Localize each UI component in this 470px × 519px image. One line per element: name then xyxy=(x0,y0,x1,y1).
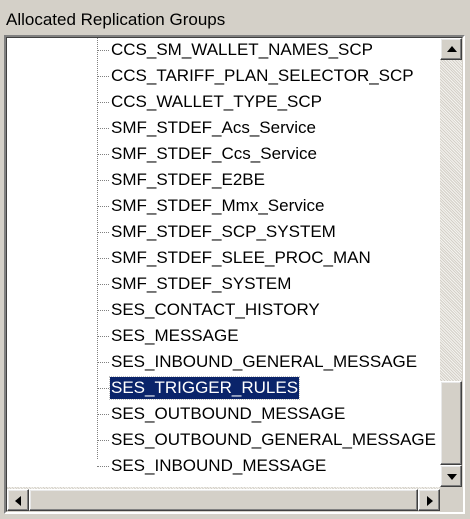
vertical-scrollbar-thumb[interactable] xyxy=(440,381,462,465)
scroll-down-button[interactable] xyxy=(440,465,462,487)
tree-item[interactable]: SMF_STDEF_Ccs_Service xyxy=(7,141,440,167)
tree-branch-line xyxy=(97,76,109,77)
tree-item[interactable]: SMF_STDEF_Acs_Service xyxy=(7,115,440,141)
tree-branch-line xyxy=(97,50,109,51)
tree-item[interactable]: SES_OUTBOUND_MESSAGE xyxy=(7,401,440,427)
arrow-up-icon xyxy=(447,46,457,52)
tree-item-label: SES_TRIGGER_RULES xyxy=(108,376,301,400)
tree-list: CCS_SM_WALLET_NAMES_SCP CCS_TARIFF_PLAN_S… xyxy=(7,38,440,479)
allocated-replication-groups-label: Allocated Replication Groups xyxy=(6,10,226,29)
tree-item-label: SES_MESSAGE xyxy=(111,326,239,345)
tree-item-label: CCS_SM_WALLET_NAMES_SCP xyxy=(111,40,374,59)
tree-item-label: SES_OUTBOUND_MESSAGE xyxy=(111,404,346,423)
tree-item[interactable]: SMF_STDEF_Mmx_Service xyxy=(7,193,440,219)
tree-item-label: SES_INBOUND_GENERAL_MESSAGE xyxy=(111,352,418,371)
tree-branch-line xyxy=(97,284,109,285)
arrow-right-icon xyxy=(427,496,433,506)
tree-item[interactable]: SES_CONTACT_HISTORY xyxy=(7,297,440,323)
tree-item-label: SMF_STDEF_Acs_Service xyxy=(111,118,316,137)
tree-branch-line xyxy=(97,232,109,233)
arrow-down-icon xyxy=(447,474,457,480)
tree-item[interactable]: SES_OUTBOUND_GENERAL_MESSAGE xyxy=(7,427,440,453)
tree-item-label: SMF_STDEF_SCP_SYSTEM xyxy=(111,222,336,241)
tree-item[interactable]: SES_TRIGGER_RULES xyxy=(7,375,440,401)
tree-item-label: SMF_STDEF_Mmx_Service xyxy=(111,196,325,215)
scroll-left-button[interactable] xyxy=(7,489,29,511)
scroll-up-button[interactable] xyxy=(440,38,462,60)
tree-branch-line xyxy=(97,258,109,259)
tree-item[interactable]: CCS_WALLET_TYPE_SCP xyxy=(7,89,440,115)
tree-item[interactable]: SMF_STDEF_E2BE xyxy=(7,167,440,193)
tree-branch-line xyxy=(97,336,109,337)
replication-groups-tree: CCS_SM_WALLET_NAMES_SCP CCS_TARIFF_PLAN_S… xyxy=(4,35,465,514)
tree-item[interactable]: SMF_STDEF_SLEE_PROC_MAN xyxy=(7,245,440,271)
tree-item-label: SMF_STDEF_SYSTEM xyxy=(111,274,292,293)
tree-item[interactable]: SES_INBOUND_GENERAL_MESSAGE xyxy=(7,349,440,375)
tree-item[interactable]: SMF_STDEF_SYSTEM xyxy=(7,271,440,297)
tree-item-label: CCS_TARIFF_PLAN_SELECTOR_SCP xyxy=(111,66,414,85)
tree-item-label: SES_CONTACT_HISTORY xyxy=(111,300,320,319)
tree-branch-line xyxy=(97,388,109,389)
tree-branch-line xyxy=(97,466,109,467)
tree-item[interactable]: SES_MESSAGE xyxy=(7,323,440,349)
tree-item-label: SMF_STDEF_Ccs_Service xyxy=(111,144,317,163)
arrow-left-icon xyxy=(15,496,21,506)
scroll-right-button[interactable] xyxy=(418,489,440,511)
tree-item-label: CCS_WALLET_TYPE_SCP xyxy=(111,92,322,111)
horizontal-scrollbar-thumb[interactable] xyxy=(29,489,418,511)
scrollbar-corner xyxy=(440,487,462,511)
tree-inner-border: CCS_SM_WALLET_NAMES_SCP CCS_TARIFF_PLAN_S… xyxy=(6,37,463,512)
tree-item-label: SMF_STDEF_E2BE xyxy=(111,170,265,189)
tree-item[interactable]: CCS_TARIFF_PLAN_SELECTOR_SCP xyxy=(7,63,440,89)
tree-item[interactable]: SES_INBOUND_MESSAGE xyxy=(7,453,440,479)
tree-item[interactable]: CCS_SM_WALLET_NAMES_SCP xyxy=(7,38,440,63)
tree-item-label: SES_OUTBOUND_GENERAL_MESSAGE xyxy=(111,430,436,449)
tree-item-label: SMF_STDEF_SLEE_PROC_MAN xyxy=(111,248,371,267)
tree-branch-line xyxy=(97,180,109,181)
tree-branch-line xyxy=(97,310,109,311)
tree-item-label: SES_INBOUND_MESSAGE xyxy=(111,456,327,475)
tree-branch-line xyxy=(97,414,109,415)
tree-viewport: CCS_SM_WALLET_NAMES_SCP CCS_TARIFF_PLAN_S… xyxy=(7,38,440,487)
tree-branch-line xyxy=(97,128,109,129)
tree-branch-line xyxy=(97,154,109,155)
tree-branch-line xyxy=(97,440,109,441)
tree-branch-line xyxy=(97,102,109,103)
tree-branch-line xyxy=(97,362,109,363)
tree-branch-line xyxy=(97,206,109,207)
tree-item[interactable]: SMF_STDEF_SCP_SYSTEM xyxy=(7,219,440,245)
